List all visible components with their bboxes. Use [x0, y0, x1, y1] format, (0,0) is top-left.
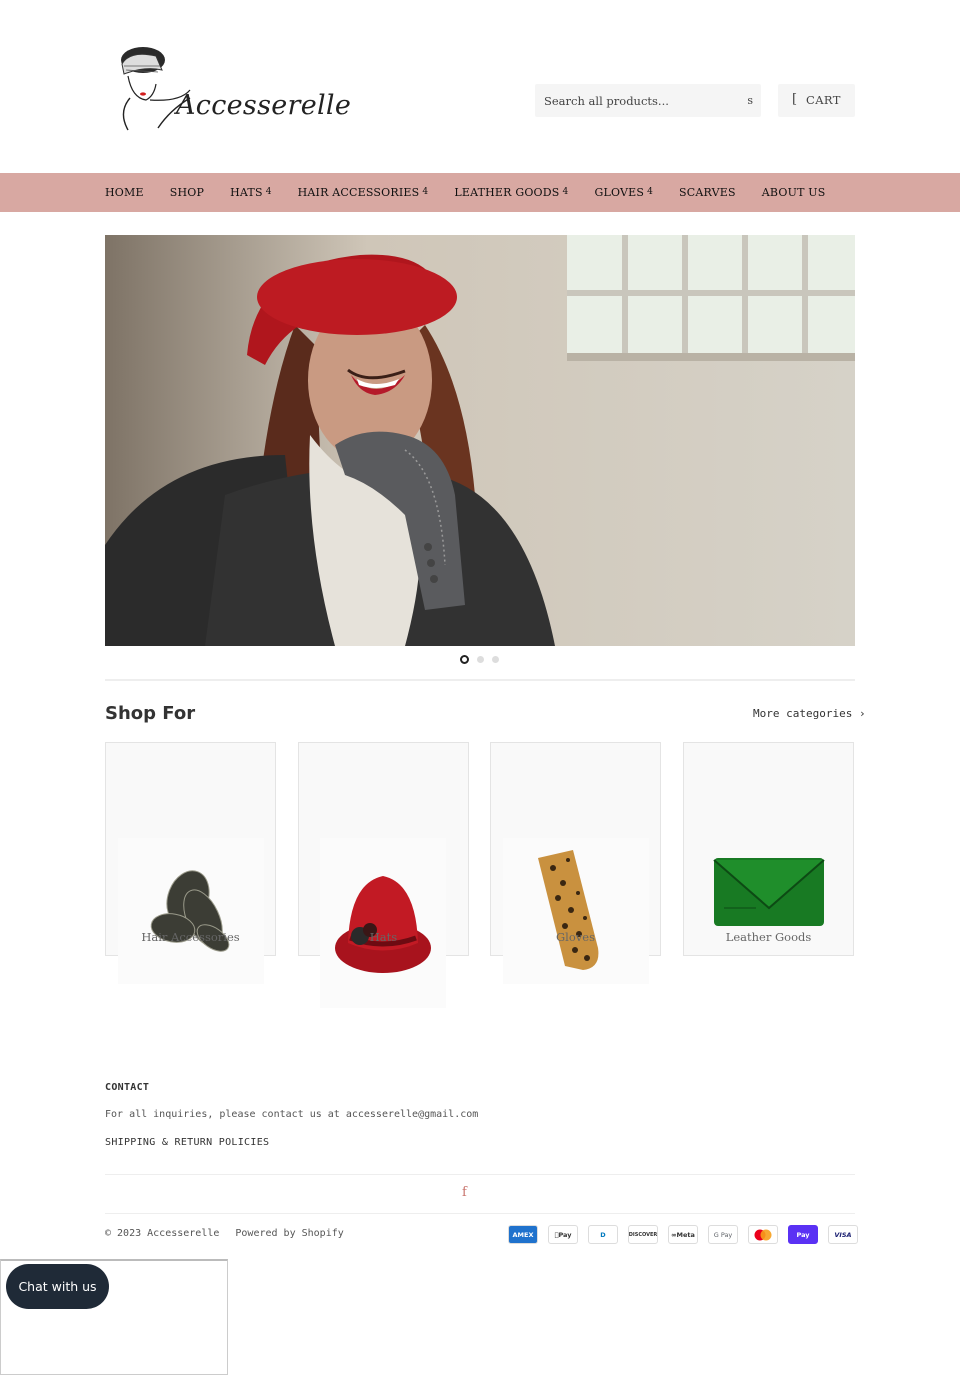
shop-pay-icon: Pay — [788, 1225, 818, 1244]
nav-item-scarves[interactable]: SCARVES — [679, 186, 736, 199]
slideshow-pagination — [460, 655, 499, 664]
footer-copyright: © 2023 Accesserelle Powered by Shopify — [105, 1228, 344, 1239]
nav-label: HATS — [230, 186, 263, 199]
discover-icon: DISCOVER — [628, 1225, 658, 1244]
visa-icon: VISA — [828, 1225, 858, 1244]
amex-icon: AMEX — [508, 1225, 538, 1244]
payment-icons: AMEX Pay D DISCOVER ∞Meta G Pay Pay VIS… — [508, 1225, 858, 1244]
category-label-gloves: Gloves — [556, 930, 595, 944]
cart-icon: [ — [792, 92, 798, 107]
cart-label: CART — [806, 93, 841, 107]
slide-dot-1[interactable] — [460, 655, 469, 664]
mastercard-icon — [748, 1225, 778, 1244]
category-label-hats: Hats — [369, 930, 398, 944]
brand-name: Accesserelle — [176, 90, 352, 121]
nav-label: SCARVES — [679, 186, 736, 199]
category-label-hair-accessories: Hair Accessories — [141, 930, 240, 944]
nav-label: HAIR ACCESSORIES — [297, 186, 420, 199]
shop-for-title: Shop For — [105, 703, 196, 724]
search-input[interactable] — [535, 84, 725, 117]
diners-club-icon: D — [588, 1225, 618, 1244]
dropdown-caret-icon: 4 — [422, 187, 429, 197]
powered-by-shopify-link[interactable]: Powered by Shopify — [235, 1228, 343, 1239]
main-nav: HOME SHOP HATS 4 HAIR ACCESSORIES 4 LEATHE… — [0, 173, 960, 212]
nav-item-home[interactable]: HOME — [105, 186, 144, 199]
slide-dot-2[interactable] — [477, 656, 484, 663]
google-pay-icon: G Pay — [708, 1225, 738, 1244]
site-header: Accesserelle s [ CART — [105, 36, 855, 146]
copyright-text: © 2023 Accesserelle — [105, 1228, 220, 1239]
footer-contact-heading: CONTACT — [105, 1082, 150, 1093]
brand-logo[interactable]: Accesserelle — [110, 40, 351, 136]
dropdown-caret-icon: 4 — [265, 187, 272, 197]
logo-woman-icon — [121, 47, 191, 131]
nav-item-hats[interactable]: HATS 4 — [230, 186, 272, 199]
hat-image — [320, 838, 446, 1008]
meta-pay-icon: ∞ Meta — [668, 1225, 698, 1244]
facebook-icon[interactable]: f — [462, 1185, 467, 1200]
slide-dot-3[interactable] — [492, 656, 499, 663]
footer-contact-text: For all inquiries, please contact us at … — [105, 1109, 479, 1120]
shipping-return-policies-link[interactable]: SHIPPING & RETURN POLICIES — [105, 1137, 269, 1148]
footer-divider — [105, 1213, 855, 1214]
nav-item-gloves[interactable]: GLOVES 4 — [594, 186, 653, 199]
chat-with-us-button[interactable]: Chat with us — [6, 1264, 109, 1309]
dropdown-caret-icon: 4 — [647, 187, 654, 197]
nav-label: HOME — [105, 186, 144, 199]
section-divider — [105, 679, 855, 681]
nav-label: SHOP — [169, 186, 205, 199]
apple-pay-label: Pay — [556, 1230, 571, 1239]
hero-photo — [105, 235, 855, 646]
search-button[interactable]: s — [747, 94, 753, 107]
hero-slide-image[interactable] — [105, 235, 855, 646]
meta-pay-label: Meta — [676, 1230, 695, 1239]
footer-divider — [105, 1174, 855, 1175]
gloves-image — [503, 838, 649, 984]
mastercard-circles — [754, 1229, 772, 1240]
hair-accessory-image — [118, 838, 264, 984]
dropdown-caret-icon: 4 — [562, 187, 569, 197]
cart-button[interactable]: [ CART — [778, 84, 855, 117]
more-categories-link[interactable]: More categories › — [753, 707, 866, 720]
category-label-leather-goods: Leather Goods — [725, 930, 812, 944]
search-bar: s — [535, 84, 761, 117]
apple-pay-icon: Pay — [548, 1225, 578, 1244]
nav-item-leather-goods[interactable]: LEATHER GOODS 4 — [454, 186, 568, 199]
nav-item-hair-accessories[interactable]: HAIR ACCESSORIES 4 — [298, 186, 429, 199]
nav-label: ABOUT US — [761, 186, 826, 199]
nav-label: GLOVES — [594, 186, 645, 199]
nav-item-about-us[interactable]: ABOUT US — [762, 186, 826, 199]
nav-item-shop[interactable]: SHOP — [170, 186, 204, 199]
nav-label: LEATHER GOODS — [454, 186, 560, 199]
